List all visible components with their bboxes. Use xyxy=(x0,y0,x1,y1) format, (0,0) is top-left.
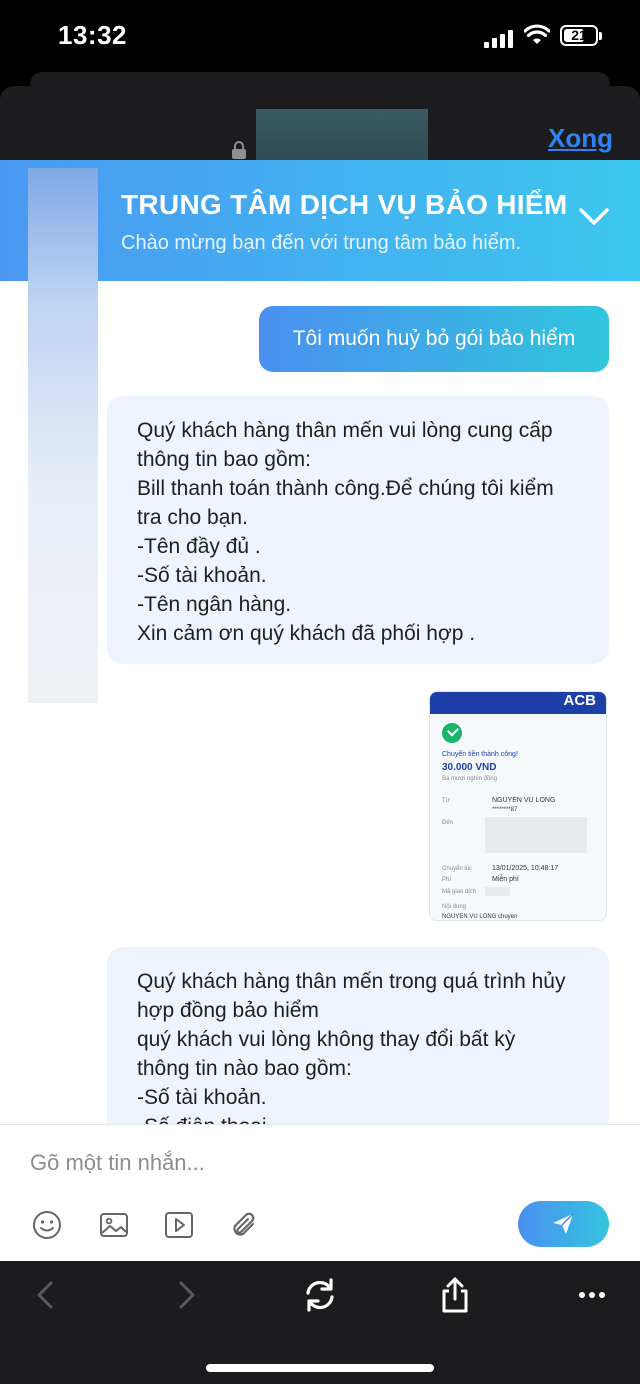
cellular-signal-icon xyxy=(484,28,514,48)
emoji-icon[interactable] xyxy=(31,1209,63,1241)
wifi-icon xyxy=(524,24,550,44)
bank-logo: ACB xyxy=(563,692,597,709)
chat-page: TRUNG TÂM DỊCH VỤ BẢO HIỂM Chào mừng bạn… xyxy=(0,160,640,1261)
bot-message-text: Quý khách hàng thân mến vui lòng cung cấ… xyxy=(137,419,554,645)
home-indicator xyxy=(206,1364,434,1372)
chevron-down-icon[interactable] xyxy=(578,205,610,229)
battery-level: 21 xyxy=(571,27,587,43)
from-account: ********87 xyxy=(492,807,518,813)
txn-redacted xyxy=(485,887,510,896)
browser-top-bar: Xong xyxy=(0,72,640,161)
receipt-amount: 30.000 VND xyxy=(442,762,497,773)
done-button[interactable]: Xong xyxy=(548,123,613,154)
txn-label: Mã giao dịch xyxy=(442,889,477,895)
content-value: NGUYEN VU LONG chuyen khoan xyxy=(442,914,518,920)
from-name: NGUYEN VU LONG xyxy=(492,797,556,804)
status-time: 13:32 xyxy=(58,20,127,50)
fee-value: Miễn phí xyxy=(492,876,519,883)
more-icon[interactable] xyxy=(572,1275,612,1315)
url-redacted xyxy=(256,109,428,161)
redacted-avatar-area xyxy=(28,168,98,703)
receipt-status: Chuyển tiền thành công! xyxy=(442,751,518,758)
bot-message: Quý khách hàng thân mến vui lòng cung cấ… xyxy=(107,396,609,664)
header-title: TRUNG TÂM DỊCH VỤ BẢO HIỂM xyxy=(121,189,568,220)
success-check-icon xyxy=(440,721,464,745)
bot-message-text: Quý khách hàng thân mến trong quá trình … xyxy=(137,970,566,1138)
message-composer xyxy=(0,1124,640,1261)
content-label: Nội dung xyxy=(442,904,467,910)
from-label: Từ xyxy=(442,798,450,804)
receipt-amount-words: Ba mươi nghìn đồng xyxy=(442,776,497,782)
time-label: Chuyển lúc xyxy=(442,866,473,872)
send-button[interactable] xyxy=(518,1201,609,1247)
content-redacted xyxy=(508,920,553,921)
message-input[interactable] xyxy=(30,1147,590,1179)
share-icon[interactable] xyxy=(435,1275,475,1315)
video-icon[interactable] xyxy=(163,1209,195,1241)
reload-icon[interactable] xyxy=(300,1275,340,1315)
browser-toolbar xyxy=(0,1261,640,1384)
lock-icon xyxy=(232,141,246,159)
receipt-image[interactable]: ACB Chuyển tiền thành công! 30.000 VND B… xyxy=(429,691,607,921)
attachment-icon[interactable] xyxy=(228,1209,260,1241)
fee-label: Phí xyxy=(442,877,452,883)
time-value: 13/01/2025, 10:48:17 xyxy=(492,865,559,872)
forward-icon[interactable] xyxy=(165,1275,205,1315)
to-label: Đến xyxy=(442,820,454,826)
status-bar: 13:32 21 xyxy=(0,0,640,72)
battery-icon: 21 xyxy=(560,25,602,46)
to-redacted xyxy=(485,817,587,853)
send-icon xyxy=(553,1213,574,1234)
user-message: Tôi muốn huỷ bỏ gói bảo hiểm xyxy=(259,306,609,372)
image-icon[interactable] xyxy=(98,1209,130,1241)
back-icon[interactable] xyxy=(27,1275,67,1315)
header-subtitle: Chào mừng bạn đến với trung tâm bảo hiểm… xyxy=(121,232,522,254)
